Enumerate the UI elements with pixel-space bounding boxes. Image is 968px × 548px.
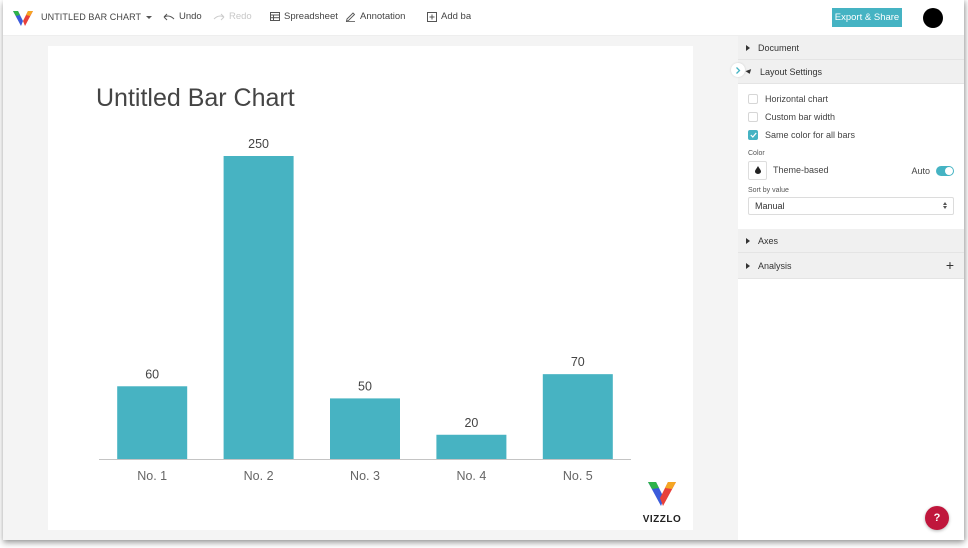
section-analysis[interactable]: Analysis +: [738, 253, 964, 279]
droplet-icon: [754, 166, 761, 174]
annotation-button[interactable]: Annotation: [345, 11, 405, 22]
bar-4[interactable]: [436, 434, 507, 459]
collapse-panel-button[interactable]: [731, 63, 745, 77]
redo-button[interactable]: Redo: [213, 11, 252, 22]
plus-box-icon: [427, 11, 437, 22]
bar-3[interactable]: [330, 398, 400, 459]
document-title-menu[interactable]: UNTITLED BAR CHART: [41, 12, 153, 22]
document-title: UNTITLED BAR CHART: [41, 12, 142, 22]
spreadsheet-button[interactable]: Spreadsheet: [270, 11, 338, 22]
checkbox-label: Custom bar width: [765, 112, 836, 122]
add-bar-label: Add bar: [441, 11, 471, 22]
section-document[interactable]: Document: [738, 36, 964, 60]
x-tick-label: No. 4: [456, 469, 486, 483]
chart-title[interactable]: Untitled Bar Chart: [96, 84, 295, 113]
color-label: Color: [748, 150, 765, 157]
caret-right-icon: [746, 237, 750, 244]
undo-label: Undo: [179, 11, 202, 22]
auto-label: Auto: [911, 166, 930, 176]
caret-right-icon: [746, 44, 750, 51]
annotation-label: Annotation: [360, 11, 406, 22]
checkbox-box[interactable]: [748, 112, 758, 122]
caret-right-icon: [746, 262, 750, 269]
data-label: 20: [464, 416, 478, 430]
bar-chart: 60 No. 1 250 No. 2 50 No. 3 20 No. 4 70 No. 5: [99, 137, 631, 483]
vizzlo-logo-icon: [648, 482, 676, 506]
vizzlo-watermark: VIZZLO: [642, 478, 682, 525]
vizzlo-logo-icon[interactable]: [12, 7, 34, 29]
table-icon: [270, 12, 280, 21]
bar-1[interactable]: [117, 386, 188, 459]
sort-select-value: Manual: [755, 201, 785, 211]
watermark-text: VIZZLO: [642, 514, 682, 525]
sort-select[interactable]: Manual: [748, 197, 954, 215]
add-bar-button[interactable]: Add bar: [427, 11, 471, 22]
checkbox-label: Horizontal chart: [765, 94, 829, 104]
checkbox-label: Same color for all bars: [765, 130, 856, 140]
data-label: 250: [248, 137, 269, 151]
data-label: 70: [571, 355, 585, 369]
checkbox-box[interactable]: [748, 94, 758, 104]
user-avatar[interactable]: [923, 8, 943, 28]
color-value: Theme-based: [773, 165, 829, 175]
layout-settings-body: Horizontal chart Custom bar width Same c…: [738, 84, 964, 229]
custom-bar-width-checkbox[interactable]: Custom bar width: [748, 108, 954, 126]
auto-color-toggle-group: Auto: [911, 166, 954, 176]
bar-5[interactable]: [542, 374, 613, 459]
x-tick-label: No. 3: [350, 469, 380, 483]
chevron-down-icon: [146, 15, 153, 19]
redo-label: Redo: [229, 11, 252, 22]
add-analysis-icon[interactable]: +: [946, 257, 954, 273]
app-window: UNTITLED BAR CHART Undo Redo Spreadsheet…: [3, 0, 964, 540]
caret-down-icon: [745, 68, 753, 75]
export-share-button[interactable]: Export & Share: [832, 8, 902, 27]
redo-icon: [213, 13, 225, 20]
color-row: Theme-based Auto: [748, 160, 954, 180]
section-axes[interactable]: Axes: [738, 229, 964, 253]
select-arrows-icon: [943, 202, 947, 209]
check-icon: [749, 132, 757, 138]
pencil-icon: [345, 11, 356, 22]
chart-canvas[interactable]: 60 No. 1 250 No. 2 50 No. 3 20 No. 4 70 No. 5 Unt…: [48, 46, 693, 530]
chevron-right-icon: [736, 66, 741, 74]
horizontal-chart-checkbox[interactable]: Horizontal chart: [748, 90, 954, 108]
color-picker-button[interactable]: [748, 160, 767, 180]
checkbox-box[interactable]: [748, 130, 758, 140]
section-document-label: Document: [758, 42, 800, 53]
same-color-checkbox[interactable]: Same color for all bars: [748, 126, 954, 144]
section-layout-settings[interactable]: Layout Settings: [738, 60, 964, 84]
bar-2[interactable]: [223, 156, 294, 459]
settings-panel: Document Layout Settings Horizontal char…: [738, 36, 964, 540]
undo-icon: [163, 13, 175, 20]
x-tick-label: No. 2: [244, 469, 274, 483]
data-label: 60: [145, 367, 159, 381]
undo-button[interactable]: Undo: [163, 11, 202, 22]
x-tick-label: No. 5: [563, 469, 593, 483]
spreadsheet-label: Spreadsheet: [284, 11, 338, 22]
auto-color-toggle[interactable]: [936, 166, 954, 176]
toolbar: UNTITLED BAR CHART Undo Redo Spreadsheet…: [3, 0, 964, 36]
help-button[interactable]: ?: [925, 506, 949, 530]
data-label: 50: [358, 379, 372, 393]
section-analysis-label: Analysis: [758, 260, 792, 271]
sort-label: Sort by value: [748, 187, 789, 194]
x-tick-label: No. 1: [137, 469, 167, 483]
section-axes-label: Axes: [758, 235, 779, 246]
section-layout-label: Layout Settings: [760, 66, 823, 77]
